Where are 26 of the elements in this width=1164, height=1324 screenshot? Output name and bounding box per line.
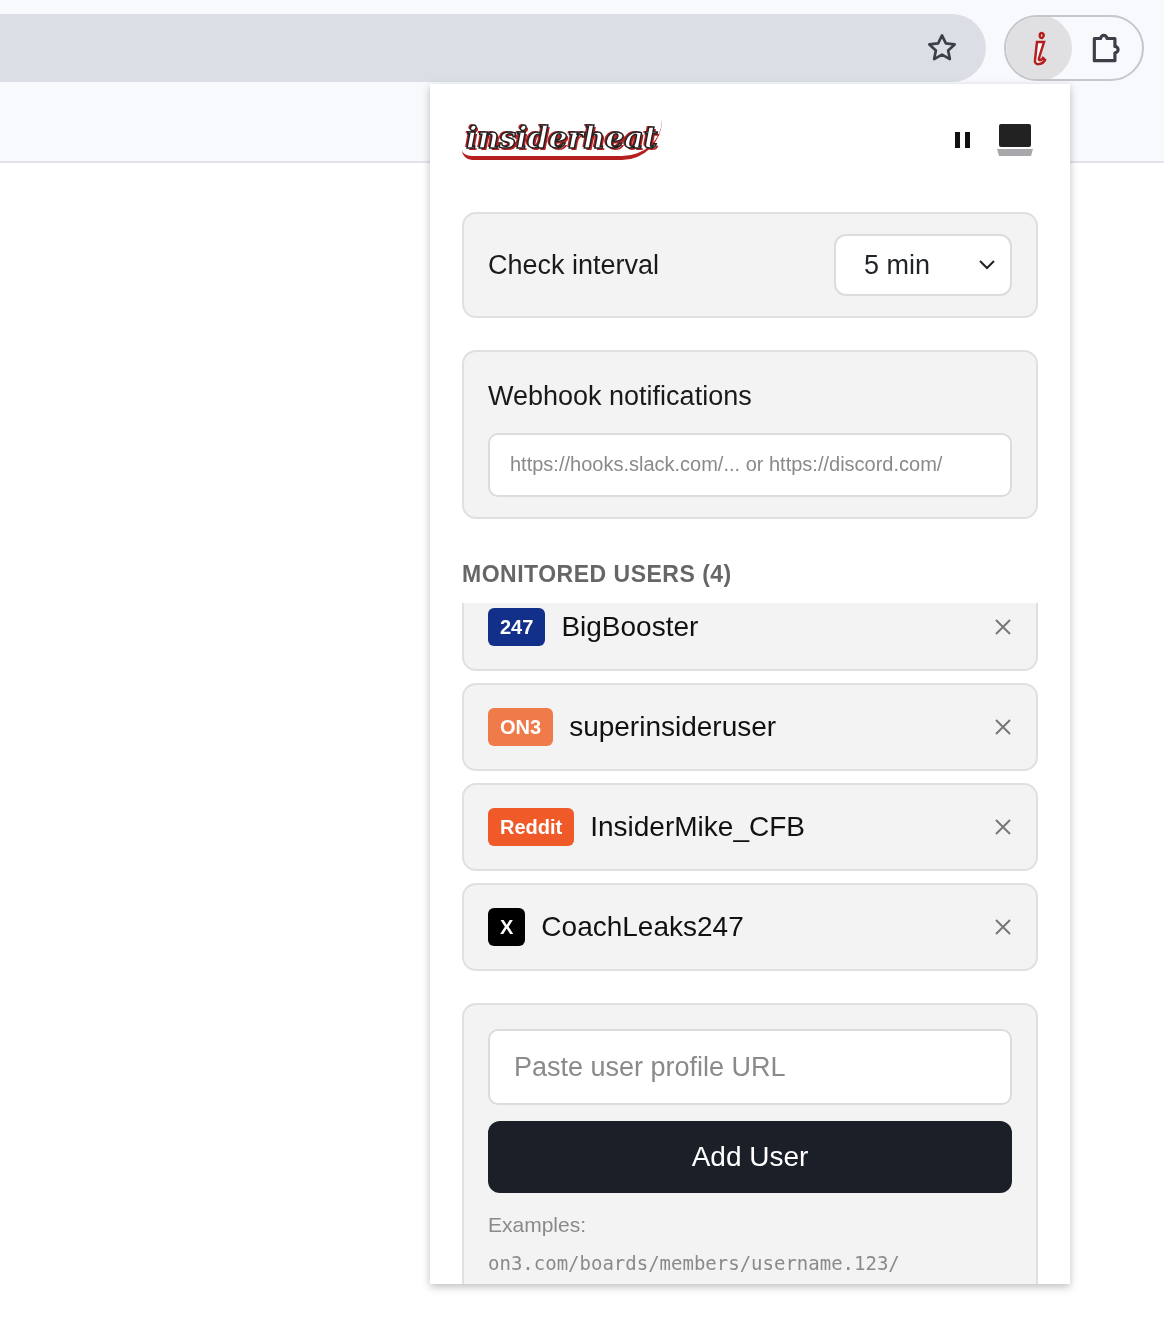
extension-button[interactable] bbox=[1006, 17, 1072, 79]
username: InsiderMike_CFB bbox=[590, 810, 806, 844]
section-heading: MONITORED USERS (4) bbox=[462, 559, 733, 589]
source-tag: Reddit bbox=[488, 808, 575, 846]
webhook-url-field[interactable]: https://hooks.slack.com/... or https://discord.com/ bbox=[488, 432, 1012, 497]
examples-label: Examples: bbox=[488, 1212, 588, 1238]
setting-label: Webhook notifications bbox=[488, 380, 753, 413]
add-user-button[interactable]: Add User bbox=[488, 1121, 1012, 1193]
username: superinsideruser bbox=[569, 710, 778, 744]
setting-label: Check interval bbox=[488, 248, 660, 282]
logo: insiderheat bbox=[462, 120, 662, 160]
source-tag: ON3 bbox=[488, 708, 554, 746]
source-tag: X bbox=[488, 908, 526, 946]
username: CoachLeaks247 bbox=[541, 910, 745, 944]
close-icon[interactable] bbox=[994, 618, 1012, 636]
close-icon[interactable] bbox=[994, 818, 1012, 836]
profile-url-field[interactable]: Paste user profile URL bbox=[488, 1029, 1012, 1105]
pause-icon[interactable] bbox=[954, 131, 972, 149]
close-icon[interactable] bbox=[994, 718, 1012, 736]
close-icon[interactable] bbox=[994, 918, 1012, 936]
source-tag: 247 bbox=[488, 608, 546, 646]
interval-dropdown[interactable]: 5 min bbox=[834, 234, 1012, 296]
example-url: on3.com/boards/members/username.123/ bbox=[488, 1250, 901, 1276]
chevron-down-icon bbox=[978, 259, 996, 271]
laptop-icon[interactable] bbox=[996, 122, 1034, 158]
username: BigBooster bbox=[561, 610, 700, 644]
